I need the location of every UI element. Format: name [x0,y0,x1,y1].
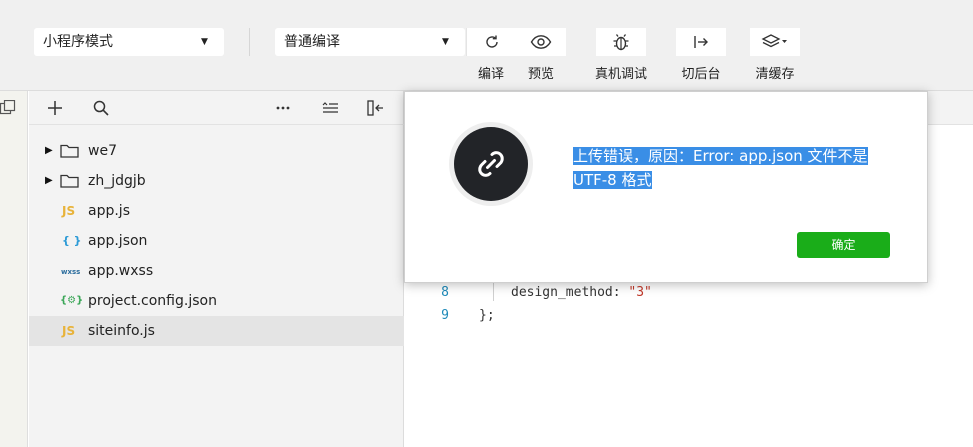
caret-right-icon[interactable]: ▶ [45,166,53,196]
clear-cache-label: 清缓存 [755,67,795,82]
caret-right-icon[interactable]: ▶ [45,136,53,166]
toggle-panel-button[interactable] [365,97,387,119]
more-icon [276,106,290,110]
folder-icon [60,144,79,158]
tree-item-zh-jdgjb[interactable]: ▶ zh_jdgjb [29,166,404,196]
search-icon [93,100,109,116]
eye-icon [530,35,552,49]
line-number: 8 [441,285,449,300]
code-text: design_method: "3" [511,282,652,304]
mode-select[interactable]: 小程序模式 ▼ [34,28,224,56]
bug-icon [613,34,629,51]
miniprogram-logo-disc [454,127,528,201]
switch-background-icon [694,36,708,48]
wxss-file-icon: wxss [61,268,81,276]
file-explorer: ▶ we7 ▶ zh_jdgjb JS app.js { } app.json … [29,91,404,447]
tree-item-app-js[interactable]: JS app.js [29,196,404,226]
miniprogram-logo [449,122,533,206]
line-number: 9 [441,308,449,323]
preview-button[interactable] [516,28,566,56]
code-string: "3" [628,285,652,300]
switch-background-button[interactable] [676,28,726,56]
clear-cache-button[interactable] [750,28,800,56]
miniprogram-icon [478,151,504,177]
layers-icon [761,34,787,48]
collapse-all-button[interactable] [319,97,341,119]
tree-item-app-json[interactable]: { } app.json [29,226,404,256]
toolbar-divider [249,28,250,56]
search-button[interactable] [90,97,112,119]
plus-icon [48,101,62,115]
compile-button[interactable] [466,28,516,56]
js-file-icon: JS [62,204,76,218]
mode-select-value: 小程序模式 [43,34,113,50]
tree-item-label: siteinfo.js [88,323,155,339]
switch-background-label: 切后台 [681,67,721,82]
more-button[interactable] [272,97,294,119]
error-message-text: 上传错误，原因：Error: app.json 文件不是 UTF-8 格式 [573,147,868,189]
refresh-icon [485,35,498,48]
code-key: design_method: [511,285,629,300]
folder-icon [60,174,79,188]
tree-item-project-config[interactable]: {⚙} project.config.json [29,286,404,316]
js-file-icon: JS [62,324,76,338]
preview-label: 预览 [527,67,554,82]
device-debug-button[interactable] [596,28,646,56]
panel-collapse-icon [367,100,383,116]
config-file-icon: {⚙} [60,295,84,306]
tree-item-app-wxss[interactable]: wxss app.wxss [29,256,404,286]
confirm-button[interactable]: 确定 [797,232,890,258]
error-message: 上传错误，原因：Error: app.json 文件不是 UTF-8 格式 [573,144,893,192]
add-file-button[interactable] [44,97,66,119]
tree-item-label: app.wxss [88,263,154,279]
tree-item-label: project.config.json [88,293,217,309]
code-text: }; [479,308,495,323]
activity-bar [0,91,28,447]
window-icon[interactable] [0,100,16,116]
device-debug-label: 真机调试 [594,67,647,82]
upload-error-dialog: 上传错误，原因：Error: app.json 文件不是 UTF-8 格式 确定 [404,91,928,283]
compile-select[interactable]: 普通编译 ▼ [275,28,465,56]
chevron-down-icon: ▼ [442,37,449,47]
tree-item-label: app.json [88,233,148,249]
toolbar: 小程序模式 ▼ 普通编译 ▼ 编译 预览 真机调试 切后台 清缓存 [0,0,973,91]
file-tree: ▶ we7 ▶ zh_jdgjb JS app.js { } app.json … [29,136,404,346]
tree-item-we7[interactable]: ▶ we7 [29,136,404,166]
explorer-toolbar [29,91,404,125]
tree-item-label: we7 [88,143,117,159]
tree-item-label: zh_jdgjb [88,173,146,189]
chevron-down-icon: ▼ [201,37,208,47]
collapse-list-icon [322,102,338,113]
tree-item-siteinfo-js[interactable]: JS siteinfo.js [29,316,404,346]
json-file-icon: { } [62,234,82,247]
tree-item-label: app.js [88,203,130,219]
compile-select-value: 普通编译 [284,34,340,50]
